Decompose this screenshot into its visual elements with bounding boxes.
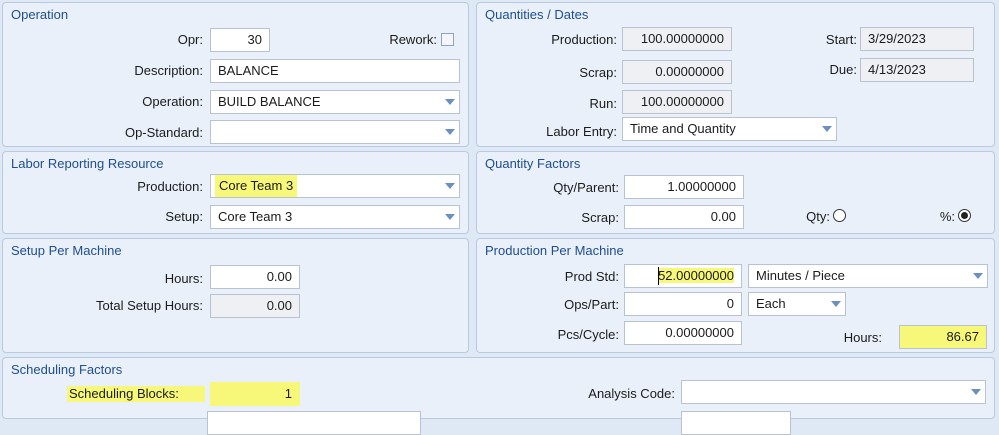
ops-part-unit-value: Each <box>756 296 786 311</box>
scheduling-blocks-field[interactable]: 1 <box>210 382 300 406</box>
production-per-machine-title: Production Per Machine <box>485 243 624 258</box>
pcs-cycle-label: Pcs/Cycle: <box>557 327 619 342</box>
prod-std-unit-value: Minutes / Piece <box>756 268 845 283</box>
operation-label: Operation: <box>142 94 203 109</box>
chevron-down-icon[interactable] <box>445 99 455 105</box>
qf-scrap-label: Scrap: <box>581 210 619 225</box>
text-cursor <box>658 267 659 285</box>
opr-field[interactable]: 30 <box>210 28 270 52</box>
ops-part-label: Ops/Part: <box>564 297 619 312</box>
prod-std-label: Prod Std: <box>564 269 619 284</box>
qty-parent-label: Qty/Parent: <box>553 180 619 195</box>
operation-title: Operation <box>11 7 69 22</box>
quantity-factors-panel: Quantity Factors Qty/Parent: 1.00000000 … <box>476 151 995 234</box>
scrap-field: 0.00000000 <box>622 60 732 84</box>
scrap-label: Scrap: <box>579 65 617 80</box>
production-label: Production: <box>551 32 617 47</box>
setup-per-machine-title: Setup Per Machine <box>11 243 122 258</box>
total-setup-hours-label: Total Setup Hours: <box>96 298 203 313</box>
labor-production-label: Production: <box>137 179 203 194</box>
setup-hours-field[interactable]: 0.00 <box>210 265 300 289</box>
qty-radio[interactable] <box>833 209 846 222</box>
chevron-down-icon[interactable] <box>445 214 455 220</box>
pct-radio-label: %: <box>939 209 955 224</box>
labor-entry-label: Labor Entry: <box>546 124 617 139</box>
qty-parent-field[interactable]: 1.00000000 <box>624 175 744 199</box>
description-label: Description: <box>134 63 203 78</box>
labor-production-dropdown[interactable]: Core Team 3 <box>210 174 460 198</box>
run-label: Run: <box>589 96 617 111</box>
op-standard-dropdown[interactable] <box>210 120 460 144</box>
chevron-down-icon[interactable] <box>971 389 981 395</box>
rework-checkbox[interactable] <box>441 33 454 46</box>
setup-per-machine-panel: Setup Per Machine Hours: 0.00 Total Setu… <box>2 238 469 353</box>
setup-value: Core Team 3 <box>218 209 293 224</box>
prod-std-unit-dropdown[interactable]: Minutes / Piece <box>748 264 988 288</box>
opr-label: Opr: <box>177 32 203 47</box>
start-label: Start: <box>825 32 857 47</box>
qty-radio-label: Qty: <box>806 209 830 224</box>
prod-std-value: 52.00000000 <box>658 268 734 283</box>
scheduling-factors-title: Scheduling Factors <box>11 362 123 377</box>
ops-part-unit-dropdown[interactable]: Each <box>748 292 846 316</box>
ops-part-field[interactable]: 0 <box>624 292 742 316</box>
analysis-code-dropdown[interactable] <box>681 380 986 404</box>
total-setup-hours-field: 0.00 <box>210 294 300 318</box>
scheduling-factors-panel: Scheduling Factors Scheduling Blocks: 1 … <box>2 357 995 435</box>
setup-label: Setup: <box>165 209 203 224</box>
scheduling-extra-field[interactable] <box>207 411 421 435</box>
qf-scrap-field[interactable]: 0.00 <box>624 205 744 229</box>
setup-hours-label: Hours: <box>164 271 203 286</box>
op-standard-label: Op-Standard: <box>124 125 203 140</box>
analysis-extra-field[interactable] <box>681 411 791 435</box>
ppm-hours-label: Hours: <box>843 330 882 345</box>
labor-entry-value: Time and Quantity <box>630 121 736 136</box>
analysis-code-label: Analysis Code: <box>588 386 675 401</box>
due-field: 4/13/2023 <box>860 58 974 82</box>
labor-reporting-title: Labor Reporting Resource <box>11 156 164 171</box>
chevron-down-icon[interactable] <box>831 301 841 307</box>
due-label: Due: <box>829 62 857 77</box>
ppm-hours-field: 86.67 <box>899 325 987 349</box>
scheduling-blocks-label: Scheduling Blocks: <box>67 386 205 402</box>
chevron-down-icon[interactable] <box>445 129 455 135</box>
labor-reporting-panel: Labor Reporting Resource Production: Cor… <box>2 151 469 234</box>
pct-radio[interactable] <box>958 209 971 222</box>
chevron-down-icon[interactable] <box>445 183 455 189</box>
quantities-dates-panel: Quantities / Dates Production: 100.00000… <box>476 2 995 147</box>
chevron-down-icon[interactable] <box>973 273 983 279</box>
rework-label: Rework: <box>389 32 437 47</box>
description-field[interactable]: BALANCE <box>210 59 460 83</box>
prod-std-field[interactable]: 52.00000000 <box>624 264 742 288</box>
operation-value: BUILD BALANCE <box>218 94 321 109</box>
run-field: 100.00000000 <box>622 90 732 114</box>
labor-entry-dropdown[interactable]: Time and Quantity <box>622 117 837 141</box>
operation-panel: Operation Opr: 30 Rework: Description: B… <box>2 2 469 147</box>
quantity-factors-title: Quantity Factors <box>485 156 581 171</box>
operation-dropdown[interactable]: BUILD BALANCE <box>210 90 460 114</box>
quantities-dates-title: Quantities / Dates <box>485 7 589 22</box>
chevron-down-icon[interactable] <box>822 126 832 132</box>
setup-dropdown[interactable]: Core Team 3 <box>210 205 460 229</box>
production-per-machine-panel: Production Per Machine Prod Std: 52.0000… <box>476 238 995 353</box>
labor-production-value: Core Team 3 <box>215 175 298 197</box>
production-field: 100.00000000 <box>622 27 732 51</box>
start-field: 3/29/2023 <box>860 27 974 51</box>
pcs-cycle-field[interactable]: 0.00000000 <box>624 321 742 345</box>
